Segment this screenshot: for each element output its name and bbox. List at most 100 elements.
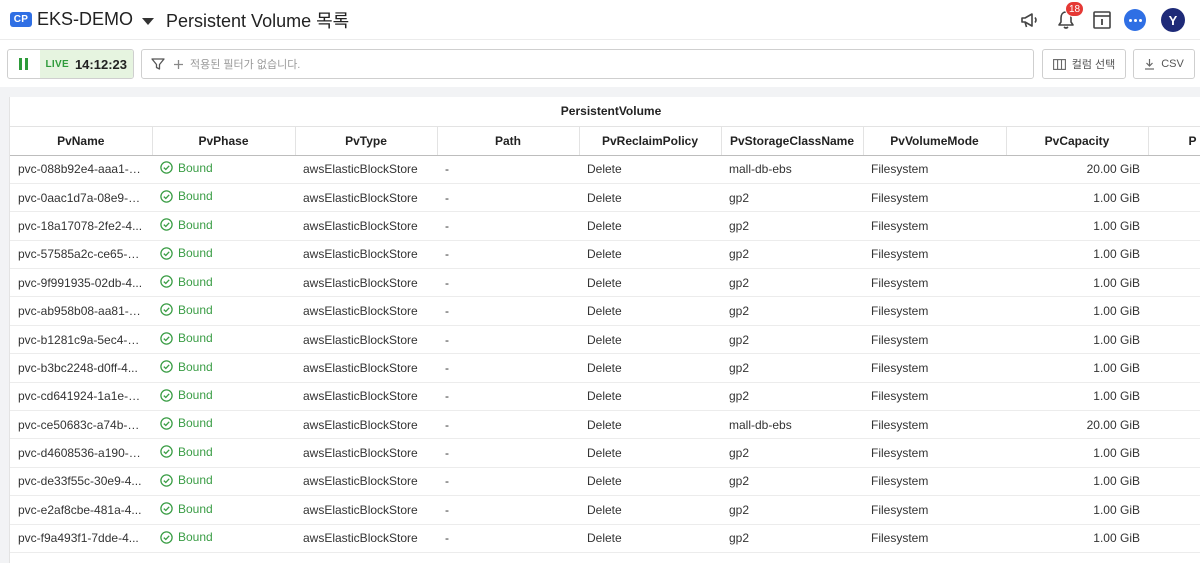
user-avatar[interactable]: Y	[1161, 8, 1185, 32]
volume-mode-cell: Filesystem	[863, 155, 1006, 184]
check-circle-icon	[160, 246, 173, 260]
pv-type-cell: awsElasticBlockStore	[295, 268, 437, 298]
capacity-cell: 1.00 GiB	[1006, 296, 1148, 326]
status-label: Bound	[178, 331, 213, 346]
cluster-name[interactable]: EKS-DEMO	[37, 9, 133, 30]
check-circle-icon	[160, 303, 173, 317]
table-row[interactable]: pvc-0aac1d7a-08e9-4... Bound awsElasticBlo…	[10, 183, 1200, 213]
status-label: Bound	[178, 274, 213, 289]
header-actions: 18 Y	[1018, 0, 1200, 40]
truncated-cell	[1148, 524, 1200, 553]
reclaim-policy-cell: Delete	[579, 325, 721, 355]
table-row[interactable]: pvc-9f991935-02db-4... Bound awsElasticBlo…	[10, 268, 1200, 298]
status-label: Bound	[178, 189, 213, 204]
table-row[interactable]: pvc-088b92e4-aaa1-4... Bound awsElasticBlo…	[10, 155, 1200, 184]
path-cell: -	[437, 325, 579, 355]
column-header-p[interactable]: P	[1148, 126, 1200, 156]
pv-phase-cell: Bound	[152, 268, 295, 298]
column-header-pvphase[interactable]: PvPhase	[152, 126, 296, 156]
csv-download-button[interactable]: CSV	[1133, 49, 1195, 79]
bell-icon[interactable]: 18	[1054, 1, 1085, 32]
csv-label: CSV	[1161, 58, 1184, 70]
volume-mode-cell: Filesystem	[863, 382, 1006, 412]
check-circle-icon	[160, 473, 173, 487]
pv-type-cell: awsElasticBlockStore	[295, 467, 437, 497]
capacity-cell: 1.00 GiB	[1006, 382, 1148, 412]
table-row[interactable]: pvc-18a17078-2fe2-4... Bound awsElasticBlo…	[10, 211, 1200, 241]
info-panel-icon[interactable]	[1090, 8, 1114, 32]
check-circle-icon	[160, 161, 173, 175]
table-row[interactable]: pvc-b3bc2248-d0ff-4... Bound awsElasticBlo…	[10, 353, 1200, 383]
volume-mode-cell: Filesystem	[863, 183, 1006, 213]
capacity-cell: 1.00 GiB	[1006, 240, 1148, 270]
chat-icon[interactable]	[1124, 9, 1146, 31]
column-header-path[interactable]: Path	[437, 126, 580, 156]
cluster-dropdown-caret-icon[interactable]	[142, 17, 155, 25]
table-row[interactable]: pvc-cd641924-1a1e-4... Bound awsElasticBlo…	[10, 382, 1200, 412]
capacity-cell: 20.00 GiB	[1006, 410, 1148, 440]
storage-class-cell: mall-db-ebs	[721, 410, 863, 440]
table-row[interactable]: pvc-de33f55c-30e9-4... Bound awsElasticBlo…	[10, 467, 1200, 497]
reclaim-policy-cell: Delete	[579, 155, 721, 184]
storage-class-cell: gp2	[721, 524, 863, 553]
page-title: Persistent Volume 목록	[166, 10, 350, 31]
status-label: Bound	[178, 444, 213, 459]
filter-input[interactable]: 적용된 필터가 없습니다.	[141, 49, 1034, 79]
live-label: LIVE	[45, 58, 69, 70]
status-badge: Bound	[160, 189, 213, 203]
status-badge: Bound	[160, 502, 213, 516]
megaphone-icon[interactable]	[1018, 8, 1042, 32]
table-row[interactable]: pvc-d4608536-a190-4... Bound awsElasticBlo…	[10, 438, 1200, 468]
volume-mode-cell: Filesystem	[863, 211, 1006, 241]
capacity-cell: 1.00 GiB	[1006, 467, 1148, 497]
truncated-cell	[1148, 467, 1200, 497]
pv-phase-cell: Bound	[152, 495, 295, 525]
table-row[interactable]: pvc-ab958b08-aa81-4... Bound awsElasticBlo…	[10, 296, 1200, 326]
truncated-cell	[1148, 240, 1200, 270]
status-badge: Bound	[160, 388, 213, 402]
truncated-cell	[1148, 353, 1200, 383]
table-row[interactable]: pvc-57585a2c-ce65-4... Bound awsElasticBlo…	[10, 240, 1200, 270]
capacity-cell: 20.00 GiB	[1006, 155, 1148, 184]
pv-phase-cell: Bound	[152, 438, 295, 468]
column-select-button[interactable]: 컬럼 선택	[1042, 49, 1126, 79]
pv-type-cell: awsElasticBlockStore	[295, 211, 437, 241]
status-badge: Bound	[160, 275, 213, 289]
storage-class-cell: gp2	[721, 382, 863, 412]
column-header-pvcapacity[interactable]: PvCapacity	[1006, 126, 1149, 156]
capacity-cell: 1.00 GiB	[1006, 353, 1148, 383]
status-badge: Bound	[160, 303, 213, 317]
filter-placeholder: 적용된 필터가 없습니다.	[190, 59, 301, 71]
status-label: Bound	[178, 501, 213, 516]
reclaim-policy-cell: Delete	[579, 240, 721, 270]
status-badge: Bound	[160, 360, 213, 374]
status-badge: Bound	[160, 331, 213, 345]
reclaim-policy-cell: Delete	[579, 183, 721, 213]
live-refresh-toggle[interactable]: LIVE 14:12:23	[7, 49, 134, 79]
volume-mode-cell: Filesystem	[863, 240, 1006, 270]
table-row[interactable]: pvc-ce50683c-a74b-4... Bound awsElasticBlo…	[10, 410, 1200, 440]
storage-class-cell: mall-db-ebs	[721, 155, 863, 184]
table-row[interactable]: pvc-e2af8cbe-481a-4... Bound awsElasticBlo…	[10, 495, 1200, 525]
reclaim-policy-cell: Delete	[579, 353, 721, 383]
pv-table: PersistentVolume PvName PvPhase PvType Path…	[10, 97, 1200, 553]
plus-icon[interactable]	[173, 59, 184, 70]
pause-icon[interactable]	[8, 50, 40, 78]
cluster-type-badge: CP	[10, 12, 32, 27]
pv-table-container[interactable]: PersistentVolume PvName PvPhase PvType Path…	[9, 97, 1200, 563]
column-header-pvreclaimpolicy[interactable]: PvReclaimPolicy	[579, 126, 722, 156]
check-circle-icon	[160, 190, 173, 203]
column-header-pvname[interactable]: PvName	[10, 126, 153, 156]
path-cell: -	[437, 353, 579, 383]
column-header-pvtype[interactable]: PvType	[295, 126, 438, 156]
table-row[interactable]: pvc-f9a493f1-7dde-4... Bound awsElasticBlo…	[10, 524, 1200, 553]
pv-name-cell: pvc-ab958b08-aa81-4...	[10, 296, 152, 326]
pv-name-cell: pvc-ce50683c-a74b-4...	[10, 410, 152, 440]
storage-class-cell: gp2	[721, 240, 863, 270]
column-header-pvstorageclassname[interactable]: PvStorageClassName	[721, 126, 864, 156]
table-row[interactable]: pvc-b1281c9a-5ec4-4... Bound awsElasticBlo…	[10, 325, 1200, 355]
filter-icon	[151, 57, 165, 71]
reclaim-policy-cell: Delete	[579, 268, 721, 298]
column-header-pvvolumemode[interactable]: PvVolumeMode	[863, 126, 1007, 156]
path-cell: -	[437, 467, 579, 497]
